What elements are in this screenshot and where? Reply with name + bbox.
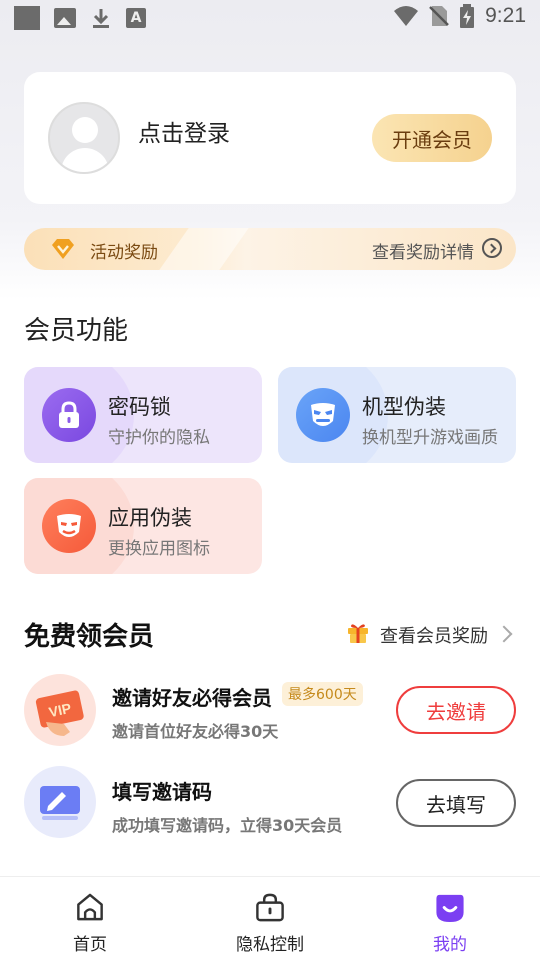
nav-mine-label: 我的 [433, 935, 467, 955]
member-features-title: 会员功能 [24, 316, 129, 346]
free-vip-title: 免费领会员 [24, 622, 155, 652]
lock-bag-icon [256, 893, 284, 922]
fill-code-task-title: 填写邀请码 [112, 780, 212, 804]
download-icon [93, 9, 109, 28]
view-vip-reward-link[interactable]: 查看会员奖励 [380, 622, 488, 648]
lock-icon [42, 388, 96, 442]
image-icon [54, 8, 76, 28]
status-time: 9:21 [485, 4, 526, 27]
feature-model-disguise[interactable]: 机型伪装 换机型升游戏画质 [278, 367, 516, 463]
profile-icon [436, 894, 464, 923]
chevron-right-icon[interactable] [495, 625, 513, 643]
nav-home[interactable]: 首页 [30, 891, 150, 955]
invite-button[interactable]: 去邀请 [396, 686, 516, 734]
fill-code-button[interactable]: 去填写 [396, 779, 516, 827]
avatar-head [72, 117, 98, 143]
diamond-icon [52, 239, 74, 259]
feature-title: 机型伪装 [362, 395, 446, 419]
activity-label: 活动奖励 [90, 243, 158, 263]
avatar-body [61, 148, 109, 172]
status-bar: A 9:21 [0, 0, 540, 38]
battery-charging-icon [460, 4, 475, 28]
mask-icon [296, 388, 350, 442]
feature-app-disguise[interactable]: 应用伪装 更换应用图标 [24, 478, 262, 574]
nav-mine[interactable]: 我的 [390, 891, 510, 955]
chevron-right-circle-icon[interactable] [482, 238, 502, 258]
feature-title: 密码锁 [108, 395, 171, 419]
vip-card-icon: VIP [24, 674, 96, 746]
feature-password-lock[interactable]: 密码锁 守护你的隐私 [24, 367, 262, 463]
status-notifications: A [14, 6, 146, 30]
activity-reward-bar[interactable]: 活动奖励 查看奖励详情 [24, 228, 516, 270]
invite-task-title: 邀请好友必得会员 [112, 686, 272, 710]
fill-code-task-subtitle: 成功填写邀请码，立得30天会员 [112, 816, 343, 835]
feature-subtitle: 守护你的隐私 [108, 428, 210, 448]
open-vip-button[interactable]: 开通会员 [372, 114, 492, 162]
nav-privacy-control[interactable]: 隐私控制 [210, 891, 330, 955]
feature-title: 应用伪装 [108, 506, 192, 530]
status-system: 9:21 [393, 4, 526, 28]
login-prompt[interactable]: 点击登录 [138, 114, 230, 148]
login-card[interactable]: 点击登录 开通会员 [24, 72, 516, 204]
no-sim-icon [429, 6, 450, 26]
edit-code-icon [24, 766, 96, 838]
invite-task-subtitle: 邀请首位好友必得30天 [112, 722, 279, 741]
activity-details-link[interactable]: 查看奖励详情 [372, 238, 474, 263]
home-icon [77, 893, 103, 921]
app-mask-icon [42, 499, 96, 553]
feature-subtitle: 更换应用图标 [108, 539, 210, 559]
gift-icon[interactable] [346, 620, 370, 644]
nav-privacy-label: 隐私控制 [236, 935, 304, 955]
invite-badge: 最多600天 [282, 682, 363, 706]
activity-decor [159, 228, 249, 270]
feature-subtitle: 换机型升游戏画质 [362, 428, 498, 448]
nav-home-label: 首页 [73, 935, 107, 955]
avatar[interactable] [48, 102, 120, 174]
wifi-icon [394, 6, 419, 26]
bottom-nav: 首页 隐私控制 我的 [0, 876, 540, 960]
notification-square-icon [14, 6, 40, 30]
text-a-icon: A [126, 8, 146, 28]
